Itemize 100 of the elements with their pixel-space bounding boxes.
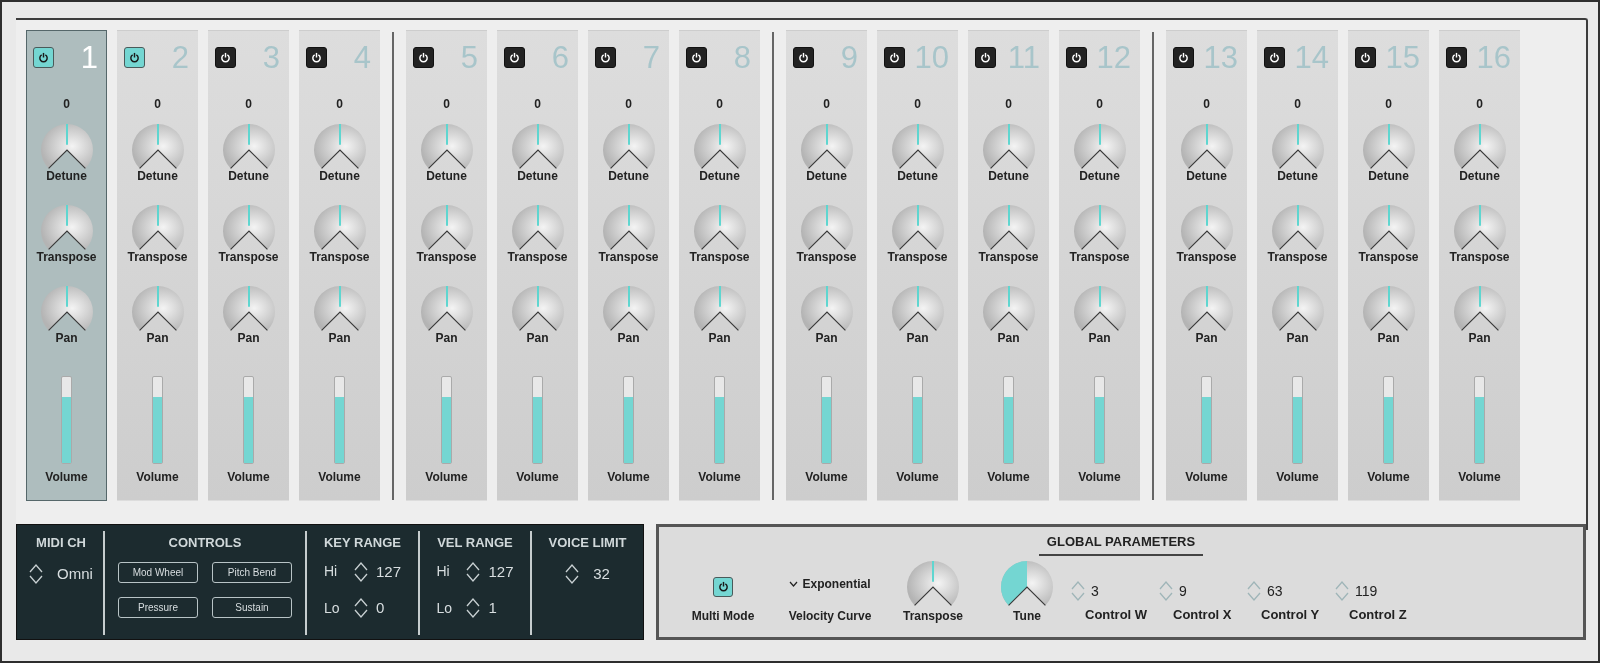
knob[interactable] (1269, 204, 1326, 251)
knob[interactable] (798, 285, 855, 332)
knob[interactable] (1360, 204, 1417, 251)
knob[interactable] (980, 123, 1037, 170)
volume-slider[interactable] (714, 376, 725, 464)
knob[interactable] (1071, 204, 1128, 251)
knob[interactable] (889, 123, 946, 170)
control-toggle-button[interactable]: Sustain (212, 596, 292, 618)
power-button[interactable] (686, 46, 707, 68)
knob[interactable] (220, 204, 277, 251)
knob[interactable] (509, 285, 566, 332)
power-button[interactable] (884, 46, 905, 68)
volume-slider[interactable] (1383, 376, 1394, 464)
knob[interactable] (691, 204, 748, 251)
value-readout: 0 (1476, 97, 1483, 111)
knob[interactable] (311, 123, 368, 170)
power-button[interactable] (504, 46, 525, 68)
power-icon (717, 581, 729, 592)
power-button[interactable] (306, 46, 327, 68)
knob[interactable] (798, 204, 855, 251)
volume-slider[interactable] (1474, 376, 1485, 464)
knob[interactable] (220, 285, 277, 332)
power-button[interactable] (975, 46, 996, 68)
volume-slider[interactable] (441, 376, 452, 464)
knob[interactable] (999, 559, 1055, 607)
knob[interactable] (1451, 285, 1508, 332)
power-button[interactable] (124, 46, 145, 68)
power-button[interactable] (595, 46, 616, 68)
power-button[interactable] (793, 46, 814, 68)
volume-slider[interactable] (1201, 376, 1212, 464)
knob[interactable] (1178, 285, 1235, 332)
control-toggle-button[interactable]: Pitch Bend (212, 561, 292, 583)
knob[interactable] (1451, 204, 1508, 251)
volume-slider[interactable] (821, 376, 832, 464)
volume-slider[interactable] (334, 376, 345, 464)
knob[interactable] (1360, 123, 1417, 170)
knob[interactable] (980, 204, 1037, 251)
knob[interactable] (980, 285, 1037, 332)
volume-slider[interactable] (532, 376, 543, 464)
stepper-arrows-icon[interactable] (354, 560, 368, 583)
volume-slider[interactable] (1094, 376, 1105, 464)
velocity-curve-dropdown[interactable]: Exponential (789, 574, 871, 593)
knob[interactable] (889, 204, 946, 251)
knob[interactable] (1360, 285, 1417, 332)
knob[interactable] (418, 123, 475, 170)
stepper-arrows-icon[interactable] (466, 597, 481, 620)
power-button[interactable] (1173, 46, 1194, 68)
knob[interactable] (905, 559, 961, 607)
power-button[interactable] (413, 46, 434, 68)
volume-slider[interactable] (623, 376, 634, 464)
knob[interactable] (38, 123, 95, 170)
power-button[interactable] (1446, 46, 1467, 68)
volume-slider[interactable] (61, 376, 72, 464)
knob[interactable] (418, 204, 475, 251)
power-button[interactable] (1264, 46, 1285, 68)
power-button[interactable] (1355, 46, 1376, 68)
knob[interactable] (1071, 123, 1128, 170)
volume-slider[interactable] (912, 376, 923, 464)
power-button[interactable] (215, 46, 236, 68)
knob[interactable] (38, 285, 95, 332)
stepper-arrows-icon[interactable] (354, 597, 368, 620)
knob[interactable] (38, 204, 95, 251)
channel-strip[interactable]: 1 0 Detune Transpose Pan Volume (26, 30, 107, 501)
knob[interactable] (509, 123, 566, 170)
knob[interactable] (889, 285, 946, 332)
knob[interactable] (509, 204, 566, 251)
control-value: 3 (1091, 581, 1099, 601)
volume-slider[interactable] (1003, 376, 1014, 464)
knob[interactable] (311, 285, 368, 332)
knob[interactable] (311, 204, 368, 251)
knob[interactable] (1178, 123, 1235, 170)
knob-label: Detune (517, 169, 558, 183)
stepper-arrows-icon[interactable] (565, 562, 580, 585)
volume-slider[interactable] (243, 376, 254, 464)
stepper-arrows-icon[interactable] (29, 562, 44, 585)
control-toggle-button[interactable]: Pressure (118, 596, 198, 618)
volume-slider[interactable] (1292, 376, 1303, 464)
knob[interactable] (600, 204, 657, 251)
knob[interactable] (1178, 204, 1235, 251)
knob[interactable] (220, 123, 277, 170)
power-button[interactable] (713, 576, 733, 597)
knob[interactable] (129, 204, 186, 251)
knob[interactable] (1071, 285, 1128, 332)
knob[interactable] (129, 285, 186, 332)
volume-slider[interactable] (152, 376, 163, 464)
stepper-arrows-icon[interactable] (466, 560, 481, 583)
control-toggle-button[interactable]: Mod Wheel (118, 561, 198, 583)
knob[interactable] (691, 123, 748, 170)
power-button[interactable] (33, 46, 54, 68)
knob[interactable] (1451, 123, 1508, 170)
knob-label: Transpose (309, 250, 370, 264)
knob[interactable] (691, 285, 748, 332)
knob[interactable] (600, 285, 657, 332)
knob[interactable] (600, 123, 657, 170)
power-button[interactable] (1066, 46, 1087, 68)
knob[interactable] (129, 123, 186, 170)
knob[interactable] (418, 285, 475, 332)
knob[interactable] (798, 123, 855, 170)
knob[interactable] (1269, 285, 1326, 332)
knob[interactable] (1269, 123, 1326, 170)
